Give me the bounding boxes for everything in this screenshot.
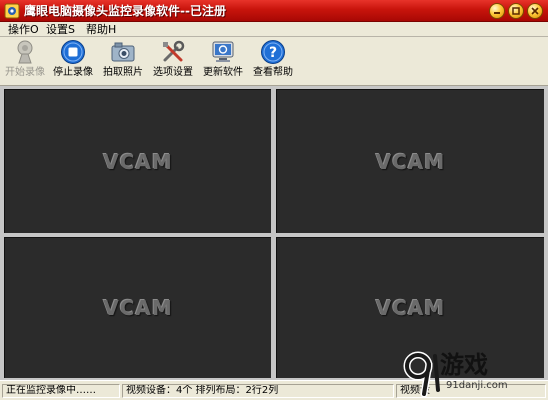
video-pane-2[interactable]: VCAM: [276, 89, 544, 233]
watermark-brand: 游戏: [440, 351, 488, 379]
stop-icon: [61, 40, 85, 64]
start-record-label: 开始录像: [5, 67, 45, 78]
update-button[interactable]: 更新软件: [198, 37, 248, 86]
take-photo-label: 拍取照片: [103, 67, 143, 78]
app-icon: [4, 3, 20, 19]
menu-settings[interactable]: 设置S: [46, 23, 75, 36]
photo-camera-icon: [111, 42, 135, 62]
vcam-label: VCAM: [103, 149, 173, 174]
svg-text:?: ?: [269, 45, 277, 61]
help-label: 查看帮助: [253, 67, 293, 78]
video-pane-1[interactable]: VCAM: [4, 89, 271, 233]
stop-record-button[interactable]: 停止录像: [48, 37, 98, 86]
options-label: 选项设置: [153, 67, 193, 78]
maximize-button[interactable]: [508, 3, 524, 19]
vcam-label: VCAM: [375, 296, 446, 320]
watermark-site: 91danji.com: [446, 380, 508, 391]
menu-help[interactable]: 帮助H: [86, 23, 116, 36]
help-icon: ?: [261, 40, 285, 64]
menu-operate[interactable]: 操作O: [8, 23, 39, 36]
watermark-logo-icon: [403, 351, 440, 398]
start-record-button[interactable]: 开始录像: [0, 37, 50, 86]
status-devices: 视频设备：4个 排列布局：2行2列: [122, 384, 394, 398]
maximize-icon: [512, 7, 520, 15]
status-state: 正在监控录像中……: [2, 384, 120, 398]
window-title: 鹰眼电脑摄像头监控录像软件--已注册: [24, 4, 226, 18]
title-bar[interactable]: 鹰眼电脑摄像头监控录像软件--已注册: [0, 0, 548, 22]
tools-icon: [163, 40, 185, 62]
close-icon: [531, 7, 539, 15]
menu-bar: 操作O 设置S 帮助H: [0, 22, 548, 37]
help-button[interactable]: ? 查看帮助: [248, 37, 298, 86]
take-photo-button[interactable]: 拍取照片: [98, 37, 148, 86]
minimize-button[interactable]: [489, 3, 505, 19]
video-pane-3[interactable]: VCAM: [4, 237, 271, 378]
update-label: 更新软件: [203, 67, 243, 78]
vcam-label: VCAM: [103, 296, 173, 320]
update-icon: [212, 41, 234, 62]
watermark: 游戏 91danji.com: [402, 350, 548, 400]
stop-record-label: 停止录像: [53, 67, 93, 78]
vcam-label: VCAM: [375, 149, 446, 174]
camera-record-icon: [17, 40, 33, 64]
options-button[interactable]: 选项设置: [148, 37, 198, 86]
toolbar: 开始录像 停止录像 拍取照片 选项设置 更新软件 ? 查看帮助: [0, 37, 548, 86]
video-grid: VCAM VCAM VCAM VCAM: [0, 86, 548, 380]
minimize-icon: [494, 12, 500, 14]
close-button[interactable]: [527, 3, 543, 19]
